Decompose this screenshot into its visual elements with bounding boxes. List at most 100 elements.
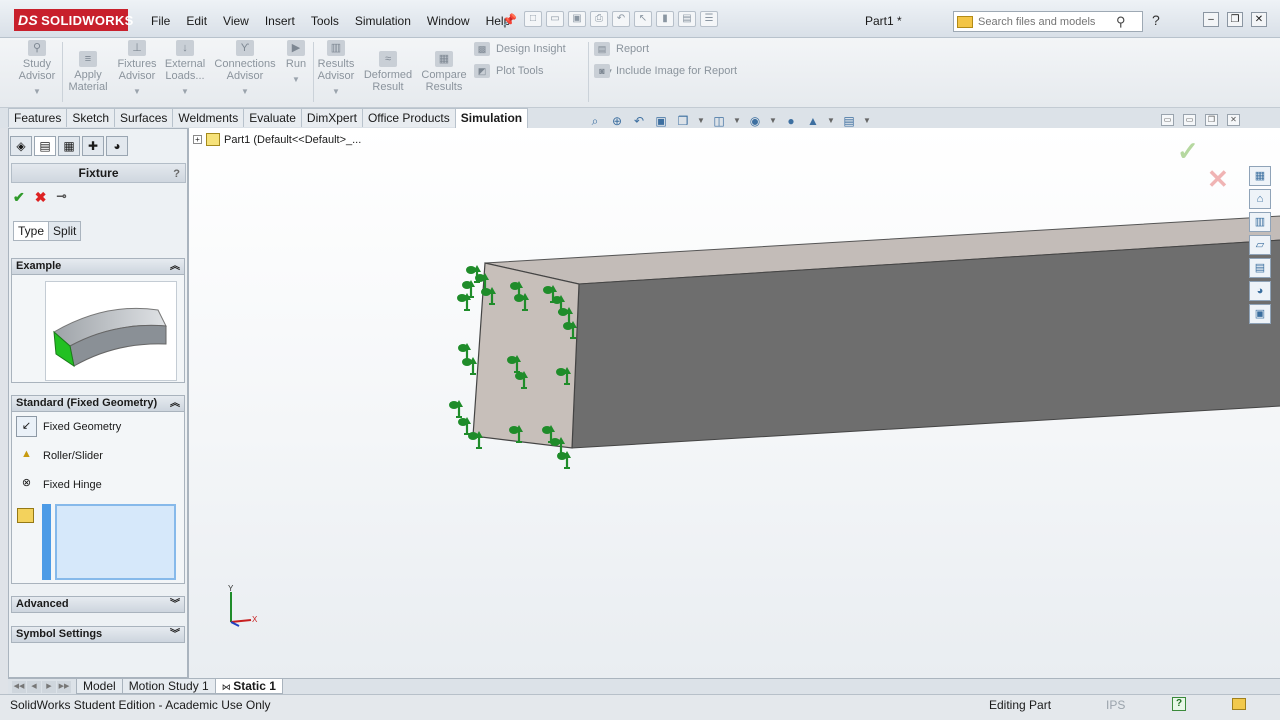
dropdown-arrow-icon[interactable]: ▼ <box>114 86 160 98</box>
roller-slider-option[interactable]: ▲ Roller/Slider <box>16 445 103 466</box>
previous-view-icon[interactable]: ↶ <box>631 114 647 128</box>
design-library-icon[interactable]: ▥ <box>1249 212 1271 232</box>
display-manager-tab-icon[interactable]: ◕ <box>106 136 128 156</box>
home-icon[interactable]: ⌂ <box>1249 189 1271 209</box>
dropdown-arrow-icon[interactable]: ▼ <box>733 114 741 128</box>
status-units[interactable]: IPS <box>1106 698 1125 712</box>
dropdown-arrow-icon[interactable]: ▼ <box>863 114 871 128</box>
view-settings-icon[interactable]: ▤ <box>841 114 857 128</box>
study-advisor-button[interactable]: ⚲ Study Advisor ▼ <box>18 40 56 98</box>
tab-static-study[interactable]: ⋈ Static 1 <box>214 679 283 694</box>
open-document-icon[interactable]: ▭ <box>546 11 564 27</box>
section-view-icon[interactable]: ▣ <box>653 114 669 128</box>
custom-properties-icon[interactable]: ▣ <box>1249 304 1271 324</box>
hide-show-items-icon[interactable]: ◉ <box>747 114 763 128</box>
expand-icon[interactable]: + <box>193 135 202 144</box>
help-icon[interactable]: ? <box>173 165 180 183</box>
menu-edit[interactable]: Edit <box>178 12 215 30</box>
print-icon[interactable]: ⎙ <box>590 11 608 27</box>
configuration-manager-tab-icon[interactable]: ▦ <box>58 136 80 156</box>
dropdown-arrow-icon[interactable]: ▼ <box>827 114 835 128</box>
pushpin-icon[interactable]: ⊸ <box>56 189 66 206</box>
tab-dimxpert[interactable]: DimXpert <box>300 108 363 127</box>
feature-manager-tab-icon[interactable]: ◈ <box>10 136 32 156</box>
search-input[interactable] <box>978 15 1116 28</box>
dropdown-arrow-icon[interactable]: ▼ <box>18 86 56 98</box>
save-icon[interactable]: ▣ <box>568 11 586 27</box>
cancel-x-icon[interactable]: ✖ <box>35 189 47 206</box>
select-icon[interactable]: ↖ <box>634 11 652 27</box>
menu-simulation[interactable]: Simulation <box>347 12 419 30</box>
minimize-button[interactable]: – <box>1203 12 1219 27</box>
collapse-icon[interactable]: ︽ <box>170 396 180 411</box>
viewport-close-icon[interactable]: ✕ <box>1227 114 1240 126</box>
view-palette-icon[interactable]: ▤ <box>1249 258 1271 278</box>
tab-office-products[interactable]: Office Products <box>361 108 456 127</box>
search-icon[interactable]: ⚲ <box>1116 14 1126 30</box>
tab-simulation[interactable]: Simulation <box>454 108 529 128</box>
advanced-group-header[interactable]: Advanced ︾ <box>11 596 185 613</box>
tree-root-label[interactable]: Part1 (Default<<Default>_... <box>224 134 361 146</box>
ok-check-icon[interactable]: ✔ <box>13 189 25 206</box>
collapse-icon[interactable]: ︽ <box>170 259 180 274</box>
zoom-to-area-icon[interactable]: ⊕ <box>609 114 625 128</box>
dropdown-arrow-icon[interactable]: ▼ <box>212 86 278 98</box>
zoom-to-fit-icon[interactable]: ⌕ <box>587 114 603 128</box>
tab-sketch[interactable]: Sketch <box>66 108 116 127</box>
tag-icon[interactable] <box>1232 698 1246 710</box>
edit-appearance-icon[interactable]: ● <box>783 114 799 128</box>
connections-advisor-button[interactable]: ϒ Connections Advisor ▼ <box>212 40 278 98</box>
restore-button[interactable]: ❐ <box>1227 12 1243 27</box>
rebuild-icon[interactable]: ▮ <box>656 11 674 27</box>
design-insight-button[interactable]: ▩ Design Insight <box>474 42 566 56</box>
tab-surfaces[interactable]: Surfaces <box>114 108 174 127</box>
fixed-hinge-option[interactable]: ⊗ Fixed Hinge <box>16 474 102 495</box>
expand-icon[interactable]: ︾ <box>170 627 180 642</box>
menu-window[interactable]: Window <box>419 12 478 30</box>
file-explorer-icon[interactable]: ▱ <box>1249 235 1271 255</box>
results-advisor-button[interactable]: ▥ Results Advisor ▼ <box>316 40 356 98</box>
menu-file[interactable]: File <box>143 12 178 30</box>
tab-motion-study[interactable]: Motion Study 1 <box>121 679 216 694</box>
tab-split[interactable]: Split <box>48 221 82 241</box>
example-group-header[interactable]: Example ︽ <box>11 258 185 275</box>
fixtures-advisor-button[interactable]: ⊥ Fixtures Advisor ▼ <box>114 40 160 98</box>
apply-scene-icon[interactable]: ▲ <box>805 114 821 128</box>
symbol-settings-group-header[interactable]: Symbol Settings ︾ <box>11 626 185 643</box>
tab-features[interactable]: Features <box>8 108 68 127</box>
viewport-restore-icon[interactable]: ❐ <box>1205 114 1218 126</box>
dropdown-arrow-icon[interactable]: ▼ <box>162 86 208 98</box>
fixed-geometry-option[interactable]: ↙ Fixed Geometry <box>16 416 121 437</box>
previous-tab-arrow-icon[interactable]: ◀ <box>27 681 41 693</box>
close-button[interactable]: ✕ <box>1251 12 1267 27</box>
dimxpert-manager-tab-icon[interactable]: ✚ <box>82 136 104 156</box>
menu-tools[interactable]: Tools <box>303 12 347 30</box>
standard-group-header[interactable]: Standard (Fixed Geometry) ︽ <box>11 395 185 412</box>
solidworks-resources-icon[interactable]: ▦ <box>1249 166 1271 186</box>
pin-menu-icon[interactable]: 📌 <box>502 13 517 27</box>
tab-type[interactable]: Type <box>13 221 50 241</box>
plot-tools-button[interactable]: ◩ Plot Tools ▼ <box>474 64 613 78</box>
external-loads-button[interactable]: ↓ External Loads... ▼ <box>162 40 208 98</box>
confirmation-ok-icon[interactable]: ✓ <box>1177 136 1199 167</box>
compare-results-button[interactable]: ▦ Compare Results <box>420 51 468 93</box>
include-image-button[interactable]: ◙ Include Image for Report <box>594 64 737 78</box>
new-document-icon[interactable]: □ <box>524 11 542 27</box>
last-tab-arrow-icon[interactable]: ▶▶ <box>57 681 71 693</box>
run-button[interactable]: ▶ Run ▼ <box>282 40 310 86</box>
tab-evaluate[interactable]: Evaluate <box>243 108 302 127</box>
dropdown-arrow-icon[interactable]: ▼ <box>316 86 356 98</box>
dropdown-arrow-icon[interactable]: ▼ <box>282 74 310 86</box>
feature-tree-flyout[interactable]: + Part1 (Default<<Default>_... <box>193 133 361 146</box>
menu-view[interactable]: View <box>215 12 257 30</box>
viewport-tile-icon[interactable]: ▭ <box>1183 114 1196 126</box>
viewport-minimize-icon[interactable]: ▭ <box>1161 114 1174 126</box>
report-button[interactable]: ▤ Report <box>594 42 649 56</box>
options-icon[interactable]: ☰ <box>700 11 718 27</box>
confirmation-cancel-icon[interactable]: ✕ <box>1207 164 1229 195</box>
undo-icon[interactable]: ↶ <box>612 11 630 27</box>
appearances-icon[interactable]: ◕ <box>1249 281 1271 301</box>
tab-model[interactable]: Model <box>76 679 123 694</box>
expand-icon[interactable]: ︾ <box>170 597 180 612</box>
search-box[interactable]: ⚲ <box>953 11 1143 32</box>
